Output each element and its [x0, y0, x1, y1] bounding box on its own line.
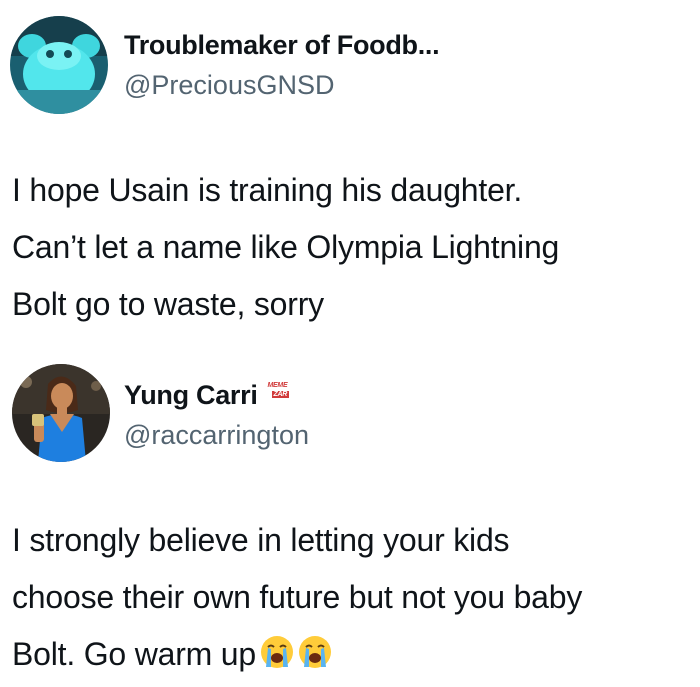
- display-name[interactable]: Troublemaker of Foodb...: [124, 30, 440, 61]
- tweet-text: I hope Usain is training his daughter. C…: [12, 162, 692, 333]
- tweet-header: Yung Carri MEME ZAR @raccarrington: [0, 352, 700, 472]
- tweet-text-line-last: Bolt. Go warm up: [12, 626, 692, 683]
- tweet-header: Troublemaker of Foodb... @PreciousGNSD: [0, 0, 700, 120]
- display-name-text: Yung Carri: [124, 380, 258, 410]
- watermark-line-2: ZAR: [271, 391, 290, 398]
- tweet-text-line: Bolt go to waste, sorry: [12, 286, 324, 322]
- display-name[interactable]: Yung Carri MEME ZAR: [124, 380, 296, 411]
- user-handle[interactable]: @PreciousGNSD: [124, 70, 334, 101]
- tweet-text-line: Bolt. Go warm up: [12, 636, 257, 672]
- user-avatar[interactable]: [10, 16, 108, 114]
- tweet-text-line: choose their own future but not you baby: [12, 579, 583, 615]
- loudly-crying-face-emoji-icon: [298, 630, 332, 668]
- tweet-text-line: I hope Usain is training his daughter.: [12, 172, 523, 208]
- loudly-crying-face-emoji-icon: [260, 630, 294, 668]
- user-avatar[interactable]: [12, 364, 110, 462]
- tweet-text-line: Can’t let a name like Olympia Lightning: [12, 229, 560, 265]
- tweet-text: I strongly believe in letting your kids …: [12, 512, 692, 683]
- cyan-character-avatar-icon: [10, 16, 108, 114]
- tweet-text-line: I strongly believe in letting your kids: [12, 522, 510, 558]
- woman-blue-dress-avatar-icon: [12, 364, 110, 462]
- watermark-line-1: MEME: [267, 382, 288, 389]
- user-handle[interactable]: @raccarrington: [124, 420, 309, 451]
- watermark-logo: MEME ZAR: [266, 382, 296, 404]
